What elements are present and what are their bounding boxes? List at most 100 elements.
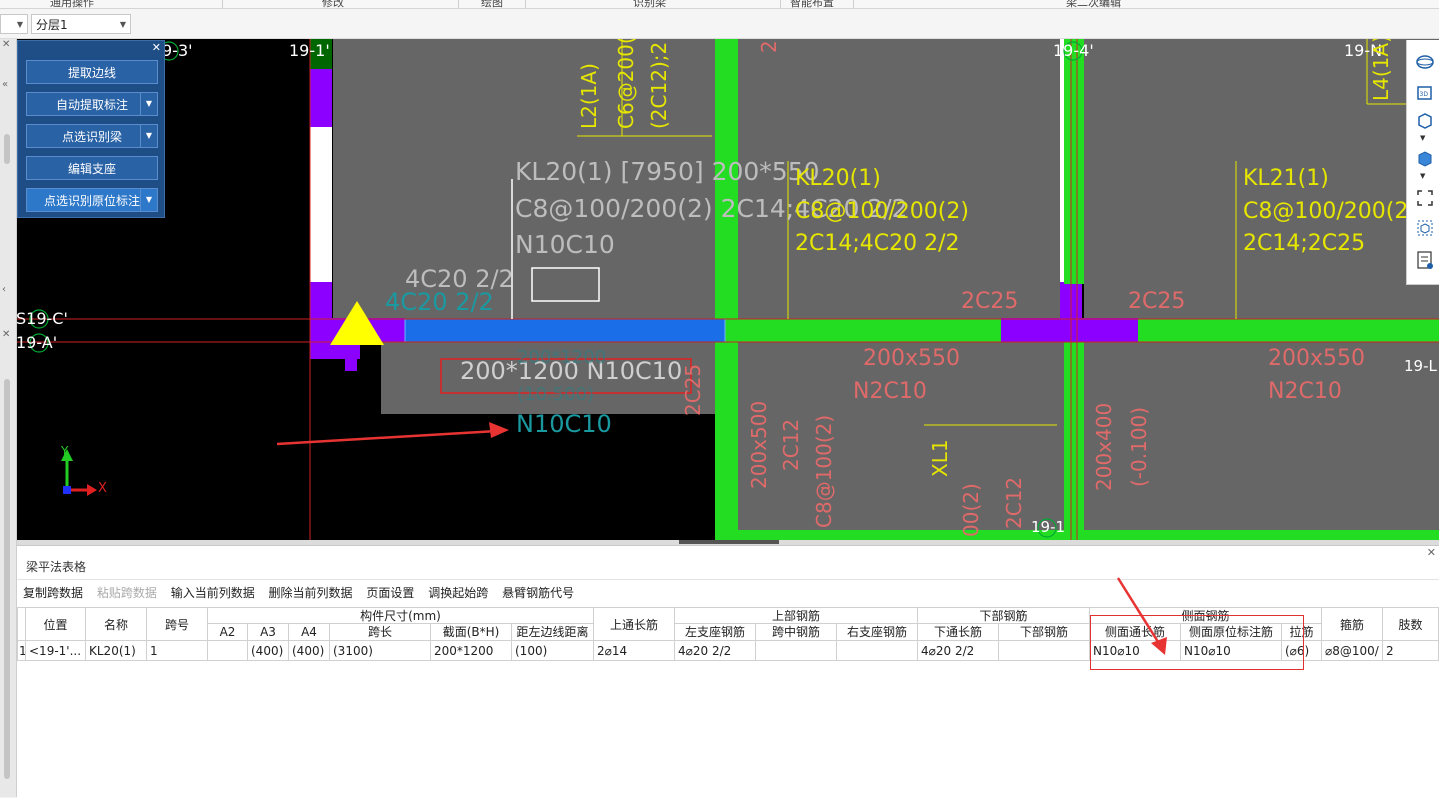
beam-label-vertical: XL1 [928,439,952,477]
column-header[interactable]: A4 [289,624,330,641]
section-label-vertical: 200x500 [747,400,771,489]
cell-span-no[interactable]: 1 [147,641,208,661]
splitter-grip[interactable] [679,540,779,544]
expand-icon[interactable]: « [2,79,8,90]
cell-right-seat[interactable] [837,641,918,661]
column-group-header: 上部钢筋 [675,607,918,624]
cad-canvas[interactable]: 9-3' 19-1' 19-4' 19-N S19-C' 19-A' 19-1 … [17,39,1439,540]
column-header[interactable]: 距左边线距离 [512,624,594,641]
ribbon-tab-smart-layout[interactable]: 智能布置 [790,0,834,8]
cell-stirrup[interactable]: ⌀8@100/ [1322,641,1383,661]
cell-edge-distance[interactable]: (100) [512,641,594,661]
column-header[interactable]: 肢数 [1383,607,1439,641]
close-icon[interactable]: ✕ [2,39,10,50]
delete-column-data-button[interactable]: 删除当前列数据 [269,586,353,600]
chevron-down-icon[interactable]: ▼ [1420,172,1425,180]
component-type-select[interactable]: ▼ [0,14,28,34]
column-header[interactable]: 右支座钢筋 [837,624,918,641]
close-icon[interactable]: ✕ [152,41,161,54]
extract-edge-button[interactable]: 提取边线 [26,60,158,84]
auto-extract-annotation-button[interactable]: 自动提取标注 ▼ [26,92,158,116]
cyan-ghost-label: (10.500) [517,384,595,405]
input-column-data-button[interactable]: 输入当前列数据 [171,586,255,600]
column-header[interactable]: 跨中钢筋 [756,624,837,641]
orbit-icon[interactable] [1415,52,1435,72]
cell-a3[interactable]: (400) [248,641,289,661]
edit-support-button[interactable]: 编辑支座 [26,156,158,180]
button-label: 点选识别原位标注 [43,194,140,208]
svg-text:3D: 3D [1420,91,1429,98]
row-header-corner [17,607,26,641]
cell-a4[interactable]: (400) [289,641,330,661]
rebar-label-vertical: 2C12 [779,418,803,471]
chevron-down-icon[interactable]: ▼ [1420,134,1425,142]
beam-label: 2C14;2C25 [1243,231,1366,256]
cell-legs[interactable]: 2 [1383,641,1439,661]
beam-label-line1: KL20(1) [7950] 200*550 [515,157,820,186]
pick-recognize-beam-button[interactable]: 点选识别梁 ▼ [26,124,158,148]
column-header[interactable]: 下部钢筋 [999,624,1090,641]
column-group-header: 下部钢筋 [918,607,1090,624]
chevron-down-icon[interactable]: ▼ [140,93,157,115]
cell-left-seat[interactable]: 4⌀20 2/2 [675,641,756,661]
ribbon-tab-modify[interactable]: 修改 [322,0,344,8]
solid-cube-icon[interactable] [1415,148,1435,168]
ribbon-tab-general[interactable]: 通用操作 [50,0,94,8]
cantilever-rebar-code-button[interactable]: 悬臂钢筋代号 [502,586,574,600]
column-header[interactable]: 跨长 [330,624,431,641]
cube-icon[interactable] [1415,110,1435,130]
selection-box-icon[interactable] [1415,218,1435,238]
column-header[interactable]: 上通长筋 [594,607,675,641]
cell-mid-span[interactable] [756,641,837,661]
button-label: 编辑支座 [67,162,116,176]
grid-label: S19-C' [17,309,68,328]
beam-label-vertical: L4(1A) [1369,39,1393,101]
rebar-label: 2C25 [961,289,1019,314]
cell-name[interactable]: KL20(1) [86,641,147,661]
cell-span-length[interactable]: (3100) [330,641,431,661]
swap-start-span-button[interactable]: 调换起始跨 [428,586,488,600]
beam-label: 2C14;4C20 2/2 [795,231,960,256]
fullscreen-icon[interactable] [1415,188,1435,208]
pick-recognize-in-situ-button[interactable]: 点选识别原位标注 ▼ [26,188,158,212]
scrollbar-thumb[interactable] [4,379,10,779]
column-header[interactable]: 左支座钢筋 [675,624,756,641]
left-dock-strip: ✕ « ‹ ✕ [0,39,17,797]
column-header[interactable]: 名称 [86,607,147,641]
column-header[interactable]: A3 [248,624,289,641]
floor-select[interactable]: 分层1 ▼ [31,14,131,34]
row-index[interactable]: 1 [17,641,26,661]
ribbon-tab-beam-edit[interactable]: 梁二次编辑 [1066,0,1121,8]
close-icon[interactable]: ✕ [2,329,10,340]
column-header[interactable]: 位置 [26,607,86,641]
beam-label-vertical: (2C12);2 [647,41,671,129]
column-header[interactable]: 下通长筋 [918,624,999,641]
rebar-label: 2C25 [1128,289,1186,314]
cell-section[interactable]: 200*1200 [431,641,512,661]
page-setup-button[interactable]: 页面设置 [366,586,414,600]
column-header[interactable]: 跨号 [147,607,208,641]
column-header[interactable]: 箍筋 [1322,607,1383,641]
cell-bottom-long[interactable]: 4⌀20 2/2 [918,641,999,661]
cell-bottom-bar[interactable] [999,641,1090,661]
chevron-down-icon[interactable]: ▼ [140,125,157,147]
chevron-down-icon[interactable]: ▼ [140,189,157,211]
axis-x-label: X [98,481,107,496]
ribbon-tab-draw[interactable]: 绘图 [481,0,503,8]
scrollbar-thumb[interactable] [4,134,10,164]
copy-span-data-button[interactable]: 复制跨数据 [23,586,83,600]
cell-position[interactable]: <19-1'... [26,641,86,661]
close-icon[interactable]: ✕ [1427,546,1436,559]
cell-top-long[interactable]: 2⌀14 [594,641,675,661]
beam-label: KL21(1) [1243,166,1329,191]
beam-table-panel: ✕ 梁平法表格 复制跨数据 粘贴跨数据 输入当前列数据 删除当前列数据 页面设置… [17,545,1439,798]
properties-icon[interactable] [1415,250,1435,270]
ribbon-tab-recognize-beam[interactable]: 识别梁 [633,0,666,8]
cell-a2[interactable] [208,641,248,661]
paste-span-data-button[interactable]: 粘贴跨数据 [97,586,157,600]
3d-view-icon[interactable]: 3D [1415,82,1435,102]
collapse-icon[interactable]: ‹ [2,284,6,295]
column-header[interactable]: A2 [208,624,248,641]
top-ribbon: 通用操作 修改 绘图 识别梁 智能布置 梁二次编辑 [0,0,1439,9]
column-header[interactable]: 截面(B*H) [431,624,512,641]
